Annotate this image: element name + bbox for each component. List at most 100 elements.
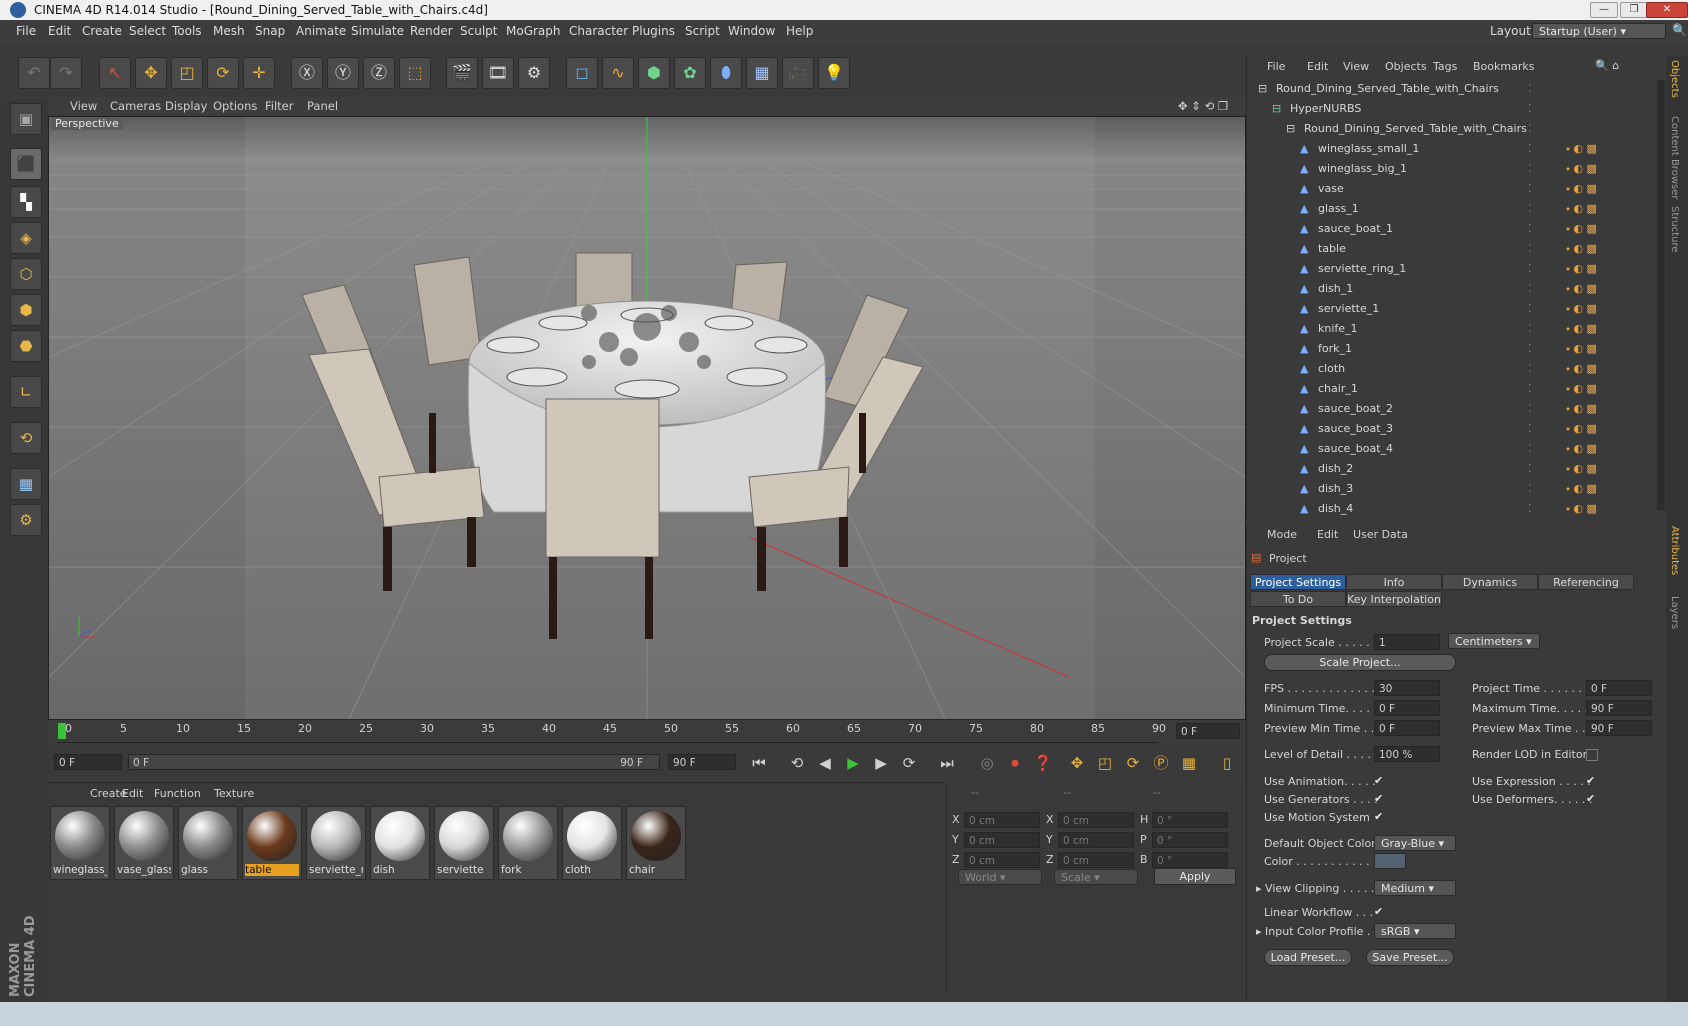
object-row[interactable]: ▲ sauce_boat_1 ⁚ ⬩ ◐ ▩ (1246, 219, 1666, 239)
viewport-menu-panel[interactable]: Panel (307, 99, 338, 113)
color-swatch[interactable] (1374, 853, 1406, 869)
axis-mode-icon[interactable]: ∟ (10, 376, 42, 408)
material-tags-icon[interactable]: ⬩ ◐ ▩ (1566, 362, 1597, 376)
viewport-menu-filter[interactable]: Filter (265, 99, 293, 113)
object-row[interactable]: ▲ serviette_1 ⁚ ⬩ ◐ ▩ (1246, 299, 1666, 319)
locked-workplane-icon[interactable]: ⚙ (10, 504, 42, 536)
cube-icon[interactable]: ◻ (566, 57, 598, 89)
visibility-dots-icon[interactable]: ⁚ (1528, 402, 1532, 415)
render-view-icon[interactable]: 🎬 (446, 57, 478, 89)
menu-render[interactable]: Render (410, 24, 453, 38)
material-swatch[interactable]: table (242, 806, 302, 880)
attr-menu-mode[interactable]: Mode (1267, 528, 1297, 541)
units-dropdown[interactable]: Centimeters ▾ (1448, 633, 1540, 649)
viewport-menu-display[interactable]: Display (165, 99, 207, 113)
layout-dropdown[interactable]: Startup (User) ▾ (1532, 23, 1666, 39)
key-scale-icon[interactable]: ◰ (1094, 752, 1116, 774)
default-color-dropdown[interactable]: Gray-Blue ▾ (1374, 835, 1456, 851)
close-button[interactable]: ✕ (1646, 2, 1688, 18)
material-swatch[interactable]: wineglass_ (50, 806, 110, 880)
polygons-mode-icon[interactable]: ⬣ (10, 330, 42, 362)
obj-menu-edit[interactable]: Edit (1307, 60, 1328, 73)
prev-frame-icon[interactable]: ◀ (814, 752, 836, 774)
min-time-field[interactable]: 0 F (1374, 700, 1440, 716)
object-row[interactable]: ▲ knife_1 ⁚ ⬩ ◐ ▩ (1246, 319, 1666, 339)
mograph-cloner-icon[interactable]: ✿ (674, 57, 706, 89)
menu-simulate[interactable]: Simulate (351, 24, 404, 38)
material-tags-icon[interactable]: ⬩ ◐ ▩ (1566, 182, 1597, 196)
menu-script[interactable]: Script (685, 24, 720, 38)
material-swatch[interactable]: serviette (434, 806, 494, 880)
key-pla-icon[interactable]: ▦ (1178, 752, 1200, 774)
obj-menu-view[interactable]: View (1343, 60, 1369, 73)
material-tags-icon[interactable]: ⬩ ◐ ▩ (1566, 342, 1597, 356)
coord-value-field[interactable]: 0 cm (964, 852, 1040, 868)
visibility-dots-icon[interactable]: ⁚ (1528, 482, 1532, 495)
key-position-icon[interactable]: ✥ (1066, 752, 1088, 774)
search-icon[interactable]: 🔍 (1672, 23, 1687, 37)
visibility-dots-icon[interactable]: ⁚ (1528, 102, 1532, 115)
coord-value-field[interactable]: 0 cm (964, 832, 1040, 848)
go-to-start-icon[interactable]: ⏮ (748, 752, 770, 774)
tab-dynamics[interactable]: Dynamics (1442, 574, 1538, 590)
material-swatch[interactable]: chair (626, 806, 686, 880)
object-row[interactable]: ▲ wineglass_small_1 ⁚ ⬩ ◐ ▩ (1246, 139, 1666, 159)
material-tags-icon[interactable]: ⬩ ◐ ▩ (1566, 442, 1597, 456)
material-tags-icon[interactable]: ⬩ ◐ ▩ (1566, 382, 1597, 396)
menu-help[interactable]: Help (786, 24, 813, 38)
obj-menu-file[interactable]: File (1267, 60, 1285, 73)
visibility-dots-icon[interactable]: ⁚ (1528, 182, 1532, 195)
material-tags-icon[interactable]: ⬩ ◐ ▩ (1566, 202, 1597, 216)
use-deformers-checkbox[interactable]: ✔ (1586, 793, 1596, 804)
material-swatch[interactable]: fork (498, 806, 558, 880)
visibility-dots-icon[interactable]: ⁚ (1528, 362, 1532, 375)
input-profile-dropdown[interactable]: sRGB ▾ (1374, 923, 1456, 939)
load-preset-button[interactable]: Load Preset... (1264, 949, 1352, 966)
live-selection-icon[interactable]: ↖ (99, 57, 131, 89)
y-axis-icon[interactable]: Ⓨ (327, 57, 359, 89)
use-expression-checkbox[interactable]: ✔ (1586, 775, 1596, 786)
spline-icon[interactable]: ∿ (602, 57, 634, 89)
visibility-dots-icon[interactable]: ⁚ (1528, 222, 1532, 235)
project-scale-field[interactable]: 1 (1374, 634, 1440, 650)
3d-viewport[interactable]: Perspective (48, 116, 1246, 720)
menu-select[interactable]: Select (129, 24, 166, 38)
attr-menu-edit[interactable]: Edit (1317, 528, 1338, 541)
visibility-dots-icon[interactable]: ⁚ (1528, 502, 1532, 515)
object-row[interactable]: ▲ dish_1 ⁚ ⬩ ◐ ▩ (1246, 279, 1666, 299)
coordinate-system-icon[interactable]: ⬚ (399, 57, 431, 89)
visibility-dots-icon[interactable]: ⁚ (1528, 282, 1532, 295)
max-time-field[interactable]: 90 F (1586, 700, 1652, 716)
object-row[interactable]: ▲ dish_4 ⁚ ⬩ ◐ ▩ (1246, 499, 1666, 519)
tab-info[interactable]: Info (1346, 574, 1442, 590)
coord-value-field[interactable]: 0 cm (1058, 812, 1134, 828)
range-slider[interactable]: 0 F 90 F (128, 754, 660, 770)
coord-value-field[interactable]: 0 cm (964, 812, 1040, 828)
make-editable-icon[interactable]: ▣ (10, 103, 42, 135)
material-swatch[interactable]: serviette_ri (306, 806, 366, 880)
nurbs-icon[interactable]: ⬢ (638, 57, 670, 89)
timeline-ruler[interactable]: 0 5 10 15 20 25 30 35 40 45 50 55 60 65 … (48, 720, 1244, 744)
redo-icon[interactable]: ↷ (50, 57, 82, 89)
object-row[interactable]: ▲ cloth ⁚ ⬩ ◐ ▩ (1246, 359, 1666, 379)
deformer-icon[interactable]: ⬮ (710, 57, 742, 89)
visibility-dots-icon[interactable]: ⁚ (1528, 342, 1532, 355)
menu-file[interactable]: File (16, 24, 36, 38)
recent-tool-icon[interactable]: ✛ (243, 57, 275, 89)
z-axis-icon[interactable]: Ⓩ (363, 57, 395, 89)
visibility-dots-icon[interactable]: ⁚ (1528, 162, 1532, 175)
tab-project-settings[interactable]: Project Settings (1250, 574, 1346, 590)
material-tags-icon[interactable]: ⬩ ◐ ▩ (1566, 482, 1597, 496)
material-menu-texture[interactable]: Texture (214, 787, 254, 800)
side-tab-structure[interactable]: Structure (1669, 206, 1680, 253)
save-preset-button[interactable]: Save Preset... (1366, 949, 1454, 966)
use-generators-checkbox[interactable]: ✔ (1374, 793, 1384, 804)
use-motion-checkbox[interactable]: ✔ (1374, 811, 1384, 822)
next-frame-icon[interactable]: ▶ (870, 752, 892, 774)
material-tags-icon[interactable]: ⬩ ◐ ▩ (1566, 262, 1597, 276)
linear-workflow-checkbox[interactable]: ✔ (1374, 906, 1384, 917)
material-tags-icon[interactable]: ⬩ ◐ ▩ (1566, 402, 1597, 416)
start-frame-field[interactable]: 0 F (54, 754, 122, 770)
side-tab-attributes[interactable]: Attributes (1669, 526, 1680, 575)
material-swatch[interactable]: glass (178, 806, 238, 880)
